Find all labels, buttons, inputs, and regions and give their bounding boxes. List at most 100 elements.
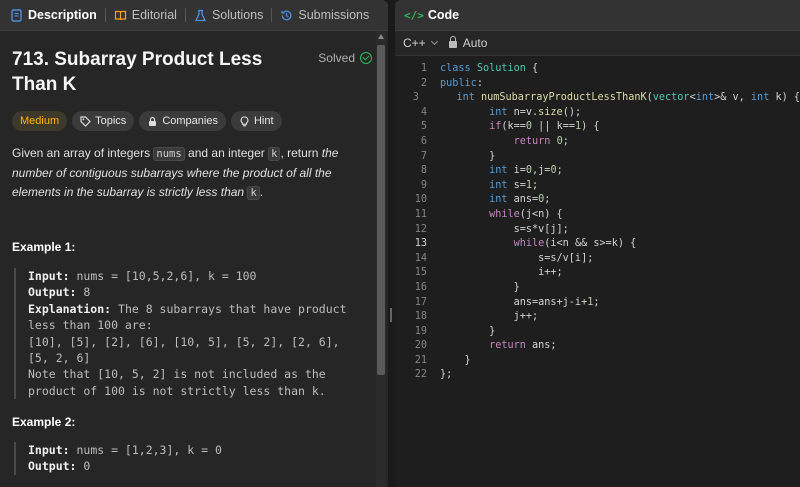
- code-token: int: [489, 194, 508, 206]
- problem-description: Given an array of integers nums and an i…: [12, 144, 364, 203]
- code-line[interactable]: 17 ans=ans+j-i+1;: [395, 296, 800, 311]
- input-label: Input:: [28, 269, 70, 283]
- code-line[interactable]: 15 i++;: [395, 266, 800, 281]
- desc-text: Given an array of integers: [12, 146, 154, 160]
- line-number: 20: [414, 340, 427, 352]
- scroll-thumb[interactable]: [377, 45, 385, 375]
- tab-solutions-label: Solutions: [211, 8, 264, 22]
- code-line[interactable]: 2 public:: [395, 77, 800, 92]
- example-explanation: The 8 subarrays that have product less t…: [28, 301, 347, 398]
- code-token: int: [489, 179, 508, 191]
- line-number: 9: [420, 179, 427, 191]
- code-line[interactable]: 14 s=s/v[i];: [395, 252, 800, 267]
- tab-solutions[interactable]: Solutions: [192, 8, 265, 22]
- lock-icon: [147, 116, 158, 127]
- code-token: while: [489, 208, 520, 220]
- code-line[interactable]: 3 int numSubarrayProductLessThanK(vector…: [395, 91, 800, 106]
- tab-divider: [104, 8, 106, 22]
- code-token: ;: [562, 135, 569, 147]
- code-editor[interactable]: 1 class Solution {2 public: 3 int numSubarr…: [395, 62, 800, 383]
- companies-button[interactable]: Companies: [139, 111, 226, 131]
- code-line[interactable]: 19 }: [395, 325, 800, 340]
- code-token: }: [440, 150, 496, 162]
- description-scrollbar[interactable]: [376, 31, 386, 487]
- desc-text: .: [259, 185, 264, 199]
- code-token: }: [440, 354, 471, 366]
- tab-editorial[interactable]: Editorial: [112, 8, 179, 22]
- code-token: ,j=: [532, 165, 551, 177]
- code-title: Code: [427, 8, 460, 22]
- code-line[interactable]: 7 }: [395, 150, 800, 165]
- line-number: 6: [420, 135, 427, 147]
- tab-description[interactable]: Description: [8, 8, 99, 22]
- example-1-title: Example 1:: [12, 240, 76, 254]
- inline-code: k: [247, 186, 260, 200]
- code-line[interactable]: 11 while(j<n) {: [395, 208, 800, 223]
- line-number: 15: [414, 267, 427, 279]
- code-token: {: [525, 63, 539, 74]
- code-text: }: [427, 150, 495, 165]
- description-panel: Description Editorial Solutions Submissi…: [0, 0, 388, 487]
- lightbulb-icon: [239, 115, 250, 127]
- tab-submissions[interactable]: Submissions: [278, 8, 371, 22]
- code-text: int n=v.size();: [427, 106, 581, 121]
- tag-icon: [80, 115, 91, 127]
- code-line[interactable]: 13 while(i<n && s>=k) {: [395, 237, 800, 252]
- tab-divider: [271, 8, 273, 22]
- code-line[interactable]: 12 s=s*v[j];: [395, 223, 800, 238]
- panel-resize-handle[interactable]: [388, 0, 395, 487]
- tab-divider: [184, 8, 186, 22]
- code-token: int: [489, 106, 508, 118]
- chevron-down-icon[interactable]: [430, 37, 438, 46]
- code-line[interactable]: 9 int s=1;: [395, 179, 800, 194]
- code-line[interactable]: 8 int i=0,j=0;: [395, 164, 800, 179]
- language-select[interactable]: C++: [403, 36, 426, 50]
- code-line[interactable]: 10 int ans=0;: [395, 193, 800, 208]
- line-number: 2: [420, 77, 427, 89]
- topics-button[interactable]: Topics: [72, 111, 135, 131]
- line-number: 1: [420, 63, 427, 74]
- code-line[interactable]: 21 }: [395, 354, 800, 369]
- code-token: s=: [507, 179, 526, 191]
- code-token: (i<n && s>=k) {: [544, 238, 637, 250]
- code-token: int: [750, 92, 770, 104]
- code-panel: </> Code C++ Auto 1 class Solution {2 publ…: [395, 0, 800, 487]
- code-line[interactable]: 20 return ans;: [395, 339, 800, 354]
- example-input: nums = [10,5,2,6], k = 100: [69, 269, 257, 283]
- code-line[interactable]: 1 class Solution {: [395, 62, 800, 77]
- code-text: s=s*v[j];: [427, 223, 569, 238]
- auto-mode-label[interactable]: Auto: [463, 36, 488, 50]
- line-number: 12: [414, 223, 427, 235]
- code-line[interactable]: 18 j++;: [395, 310, 800, 325]
- problem-title[interactable]: 713. Subarray Product Less Than K: [12, 47, 292, 97]
- code-line[interactable]: 22};: [395, 368, 800, 383]
- check-circle-icon: [360, 52, 372, 64]
- hint-button[interactable]: Hint: [230, 111, 282, 131]
- code-line[interactable]: 16 }: [395, 281, 800, 296]
- line-number: 11: [414, 208, 427, 220]
- editor-toolbar: C++ Auto: [395, 31, 800, 56]
- code-token: ;: [532, 179, 539, 191]
- code-text: return 0;: [427, 135, 569, 150]
- code-token: j++;: [440, 311, 539, 323]
- scroll-up-arrow-icon[interactable]: [378, 34, 384, 39]
- code-text: s=s/v[i];: [427, 252, 593, 267]
- code-text: int ans=0;: [427, 193, 550, 208]
- code-text: public:: [427, 77, 483, 92]
- code-line[interactable]: 6 return 0;: [395, 135, 800, 150]
- code-brackets-icon: </>: [404, 8, 424, 22]
- code-line[interactable]: 5 if(k==0 || k==1) {: [395, 120, 800, 135]
- companies-label: Companies: [162, 115, 218, 127]
- flask-icon: [194, 9, 207, 22]
- code-token: Solution: [476, 63, 526, 74]
- example-output: 0: [76, 459, 91, 474]
- code-token: ;: [544, 194, 551, 206]
- line-number: 4: [420, 106, 427, 118]
- code-token: :: [476, 77, 483, 89]
- code-line[interactable]: 4 int n=v.size();: [395, 106, 800, 121]
- history-icon: [280, 9, 293, 22]
